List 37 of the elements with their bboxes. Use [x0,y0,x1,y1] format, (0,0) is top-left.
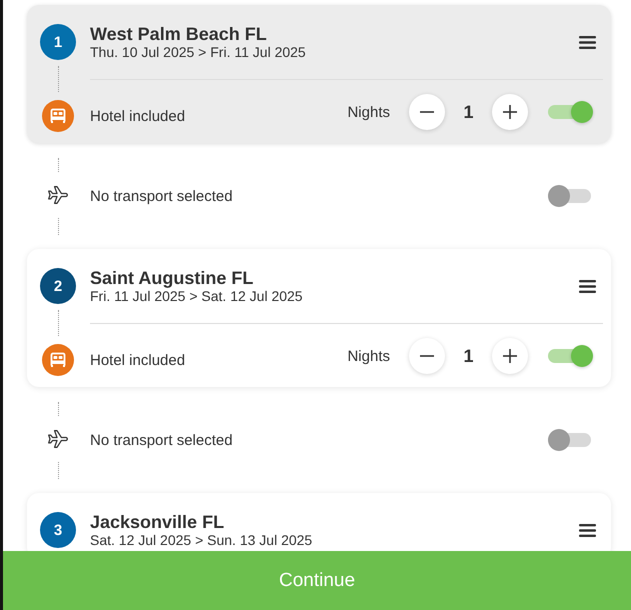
transport-label: No transport selected [90,188,234,204]
toggle-switch[interactable] [548,101,593,123]
stop-title: West Palm Beach FL [90,24,268,44]
nights-label: Nights [347,104,390,120]
hotel-label: Hotel included [90,350,186,368]
toggle-switch[interactable] [548,185,593,207]
stop-dates: Thu. 10 Jul 2025 > Fri. 11 Jul 2025 [90,44,307,60]
minus-button[interactable] [409,94,445,130]
nights-count: 1 [462,102,474,122]
nights-label: Nights [347,348,390,364]
stop-title: Saint Augustine FL [90,268,254,288]
hotel-label: Hotel included [90,106,186,124]
stop-number: 2 [40,268,76,304]
bed-icon [42,100,74,132]
plus-icon [503,105,517,119]
toggle-switch[interactable] [548,345,593,367]
plus-icon [503,349,517,363]
stop-dates: Fri. 11 Jul 2025 > Sat. 12 Jul 2025 [90,288,304,304]
plus-button[interactable] [492,94,528,130]
menu-icon[interactable] [579,36,596,48]
transport-label: No transport selected [90,432,234,448]
toggle-switch[interactable] [548,429,593,451]
airplane-icon [47,430,69,448]
stop-dates: Sat. 12 Jul 2025 > Sun. 13 Jul 2025 [90,532,314,548]
menu-icon[interactable] [579,524,596,536]
continue-button[interactable]: Continue [3,551,631,610]
stop-number: 1 [40,24,76,60]
airplane-icon [47,186,69,204]
stop-title: Jacksonville FL [90,512,226,532]
nights-count: 1 [462,346,474,366]
bed-icon [42,344,74,376]
plus-button[interactable] [492,338,528,374]
stop-number: 3 [40,512,76,548]
menu-icon[interactable] [579,280,596,292]
minus-button[interactable] [409,338,445,374]
minus-icon [420,355,434,357]
minus-icon [420,111,434,113]
